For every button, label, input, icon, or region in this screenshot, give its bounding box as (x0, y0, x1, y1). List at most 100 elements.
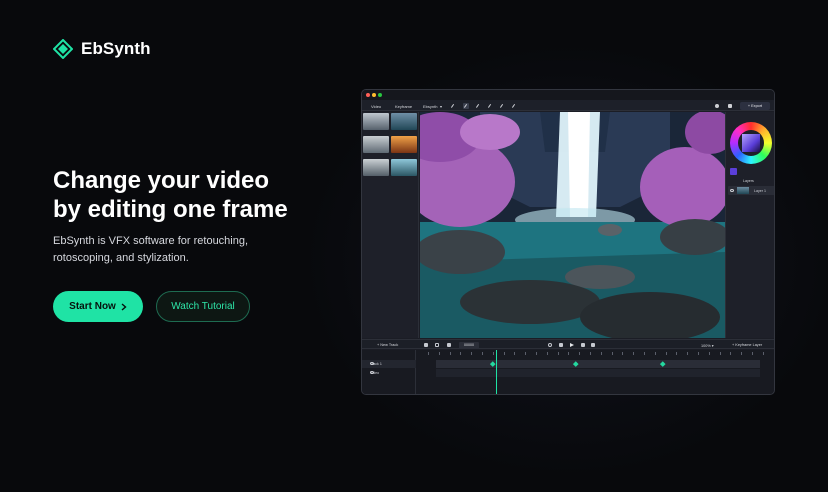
start-now-label: Start Now (69, 301, 116, 312)
ruler-tick (428, 352, 429, 355)
subhead-line-1: EbSynth is VFX software for retouching, (53, 235, 249, 247)
mode-select-chevron-icon: ▾ (440, 103, 443, 109)
keyframe-thumbnail[interactable] (363, 113, 389, 130)
move-tool-icon[interactable] (450, 103, 456, 109)
notification-icon[interactable] (728, 103, 732, 108)
ruler-tick (438, 352, 440, 355)
ruler-tick (590, 352, 591, 355)
keyframe-marker[interactable] (490, 361, 496, 367)
ruler-tick (579, 352, 580, 355)
color-saturation-square[interactable] (742, 134, 760, 152)
ruler-tick (687, 352, 688, 355)
loop-icon[interactable] (548, 343, 552, 347)
ruler-tick (644, 352, 645, 355)
eraser-tool-icon[interactable] (475, 103, 481, 109)
pointer-tool-icon[interactable] (511, 103, 517, 109)
hero-subhead: EbSynth is VFX software for retouching, … (53, 233, 283, 267)
bottom-toolbar: + New Track 00000 100% ▾ + Keyframe Laye… (362, 339, 774, 349)
keyframe-thumbnail[interactable] (391, 113, 417, 130)
new-track-label: New Track (380, 342, 399, 347)
ruler-tick (536, 352, 537, 355)
ruler-tick (492, 352, 494, 355)
keyframe-thumbnail[interactable] (363, 136, 389, 153)
minimize-window-dot[interactable] (372, 93, 376, 97)
lasso-tool-icon[interactable] (499, 103, 505, 109)
track-list: Track 1 Video (362, 350, 416, 394)
layer-row[interactable]: Layer 1 (728, 186, 774, 195)
settings-icon[interactable] (424, 343, 428, 347)
start-now-button[interactable]: Start Now (53, 291, 143, 322)
pen-tool-icon[interactable] (487, 103, 493, 109)
ruler-tick (482, 352, 483, 355)
tab-video[interactable]: Video (371, 104, 381, 109)
ruler-tick (752, 352, 753, 355)
layers-title: Layers (743, 179, 754, 183)
layer-name: Layer 1 (754, 188, 766, 193)
brush-tool-icon[interactable] (463, 102, 469, 109)
ruler-tick (557, 352, 559, 355)
export-button[interactable]: + Export (740, 101, 770, 110)
selected-color-swatch[interactable] (730, 168, 737, 175)
subhead-line-2: rotoscoping, and stylization. (53, 252, 189, 264)
zoom-value: 100% (701, 343, 711, 348)
keyframe-thumbnail[interactable] (391, 136, 417, 153)
trash-icon[interactable] (447, 343, 451, 347)
brand-logo[interactable]: EbSynth (53, 39, 151, 59)
ruler-tick (633, 352, 634, 355)
editor-canvas[interactable] (420, 112, 725, 338)
keyframe-thumbnail[interactable] (391, 159, 417, 176)
ruler-tick (611, 352, 613, 355)
track-row[interactable]: Video (362, 369, 416, 377)
keyframe-layer-label: Keyframe Layer (735, 342, 763, 347)
waterfall-image (420, 112, 725, 338)
track-row[interactable]: Track 1 (362, 360, 416, 368)
headline-line-2: by editing one frame (53, 196, 288, 223)
play-icon[interactable] (570, 343, 574, 347)
app-toolbar: Video Keyframe Ebsynth ▾ + Export (362, 100, 774, 111)
layer-visibility-eye-icon[interactable] (730, 189, 734, 192)
color-wheel[interactable] (730, 122, 772, 164)
ruler-tick (676, 352, 677, 355)
skip-forward-icon[interactable] (581, 343, 585, 347)
close-window-dot[interactable] (366, 93, 370, 97)
ruler-tick (449, 352, 451, 355)
ruler-tick (741, 352, 742, 355)
timeline-ruler[interactable] (428, 352, 764, 356)
playhead[interactable] (496, 350, 497, 394)
ruler-tick (460, 352, 461, 355)
new-track-button[interactable]: + New Track (377, 343, 398, 347)
ruler-tick (708, 352, 710, 355)
ruler-tick (665, 352, 667, 355)
ruler-tick (471, 352, 472, 355)
frame-counter[interactable]: 00000 (459, 341, 479, 349)
keyframe-marker[interactable] (660, 361, 666, 367)
zoom-chevron-icon: ▾ (710, 343, 714, 348)
tab-keyframe[interactable]: Keyframe (395, 104, 412, 109)
timeline-panel: Track 1 Video (362, 350, 774, 394)
user-icon[interactable] (715, 103, 719, 108)
headline-line-1: Change your video (53, 167, 270, 194)
ruler-tick (600, 352, 602, 355)
ruler-tick (568, 352, 569, 355)
keyframe-layer-button[interactable]: + Keyframe Layer (732, 343, 762, 347)
track-visibility-eye-icon[interactable] (370, 362, 374, 365)
zoom-select[interactable]: 100% ▾ (701, 343, 714, 348)
grid-icon[interactable] (435, 343, 439, 347)
ruler-tick (514, 352, 515, 355)
watch-tutorial-button[interactable]: Watch Tutorial (156, 291, 250, 322)
ruler-tick (654, 352, 656, 355)
ruler-tick (503, 352, 505, 355)
video-lane[interactable] (436, 369, 760, 377)
ruler-tick (525, 352, 526, 355)
track-lane[interactable] (436, 360, 760, 368)
app-window: Video Keyframe Ebsynth ▾ + Export Layers… (361, 89, 775, 395)
keyframe-marker[interactable] (573, 361, 579, 367)
right-panel: Layers Layer 1 (725, 112, 774, 338)
keyframe-thumbnail[interactable] (363, 159, 389, 176)
maximize-window-dot[interactable] (378, 93, 382, 97)
mode-select[interactable]: Ebsynth (423, 104, 437, 109)
skip-back-icon[interactable] (559, 343, 563, 347)
volume-icon[interactable] (591, 343, 595, 347)
ruler-tick (546, 352, 548, 355)
track-visibility-eye-icon[interactable] (370, 371, 374, 374)
